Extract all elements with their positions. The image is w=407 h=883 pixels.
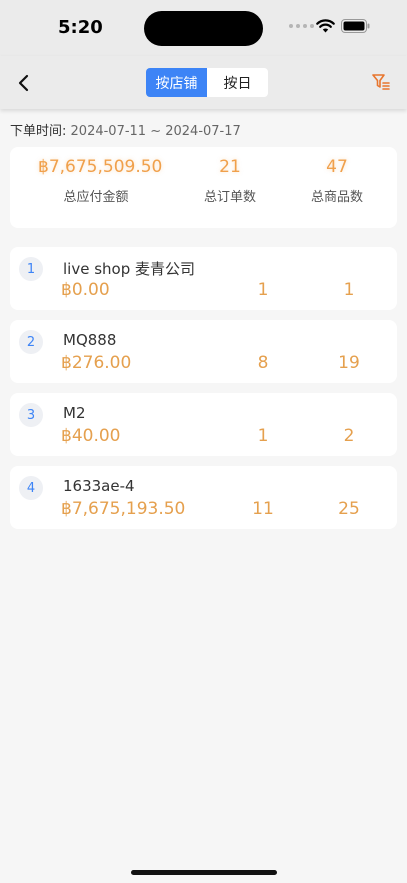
- total-items-col: 47 总商品数: [297, 157, 377, 205]
- tab-by-day[interactable]: 按日: [207, 68, 268, 97]
- shop-name: live shop 麦青公司: [63, 260, 195, 278]
- segment-control: 按店铺 按日: [146, 68, 268, 97]
- shop-amount: ฿40.00: [61, 426, 121, 446]
- shop-row[interactable]: 4 1633ae-4 ฿7,675,193.50 11 25: [10, 466, 397, 529]
- shop-row[interactable]: 2 MQ888 ฿276.00 8 19: [10, 320, 397, 383]
- shop-row[interactable]: 1 live shop 麦青公司 ฿0.00 1 1: [10, 247, 397, 310]
- home-indicator: [131, 870, 277, 875]
- total-orders-value: 21: [219, 157, 241, 177]
- rank-badge: 4: [19, 476, 43, 500]
- shop-items: 19: [338, 353, 360, 373]
- dynamic-island: [144, 11, 263, 46]
- total-items-value: 47: [326, 157, 348, 177]
- shop-name: MQ888: [63, 331, 117, 349]
- summary-card: ฿7,675,509.50 总应付金额 21 总订单数 47 总商品数: [10, 147, 397, 228]
- tab-by-shop[interactable]: 按店铺: [146, 68, 207, 97]
- shop-orders: 8: [257, 353, 269, 373]
- total-items-label: 总商品数: [310, 190, 363, 205]
- rank-badge: 2: [19, 330, 43, 354]
- shop-name: 1633ae-4: [63, 477, 135, 495]
- shop-amount: ฿276.00: [61, 353, 132, 373]
- nav-bar: 按店铺 按日: [0, 56, 407, 109]
- shop-orders: 1: [257, 280, 269, 300]
- total-amount-value: ฿7,675,509.50: [38, 157, 163, 177]
- filter-icon[interactable]: [371, 72, 391, 92]
- status-bar: 5:20: [0, 0, 407, 56]
- shop-orders: 11: [252, 499, 274, 519]
- rank-badge: 3: [19, 403, 43, 427]
- battery-icon: [341, 19, 370, 33]
- date-range-label: 下单时间:: [10, 124, 67, 139]
- date-range: 下单时间: 2024-07-11 ~ 2024-07-17: [10, 120, 241, 139]
- status-time: 5:20: [58, 17, 103, 38]
- date-range-value: 2024-07-11 ~ 2024-07-17: [70, 124, 241, 139]
- shop-amount: ฿7,675,193.50: [61, 499, 186, 519]
- wifi-icon: [316, 19, 335, 33]
- shop-name: M2: [63, 404, 86, 422]
- back-arrow-icon[interactable]: [14, 72, 34, 94]
- total-amount-col: ฿7,675,509.50 总应付金额: [38, 157, 163, 205]
- signal-icon: [289, 24, 314, 28]
- shop-items: 1: [343, 280, 355, 300]
- total-amount-label: 总应付金额: [63, 190, 129, 205]
- total-orders-col: 21 总订单数: [190, 157, 270, 205]
- total-orders-label: 总订单数: [203, 190, 256, 205]
- shop-amount: ฿0.00: [61, 280, 110, 300]
- rank-badge: 1: [19, 257, 43, 281]
- shop-row[interactable]: 3 M2 ฿40.00 1 2: [10, 393, 397, 456]
- shop-orders: 1: [257, 426, 269, 446]
- shop-items: 25: [338, 499, 360, 519]
- shop-items: 2: [343, 426, 355, 446]
